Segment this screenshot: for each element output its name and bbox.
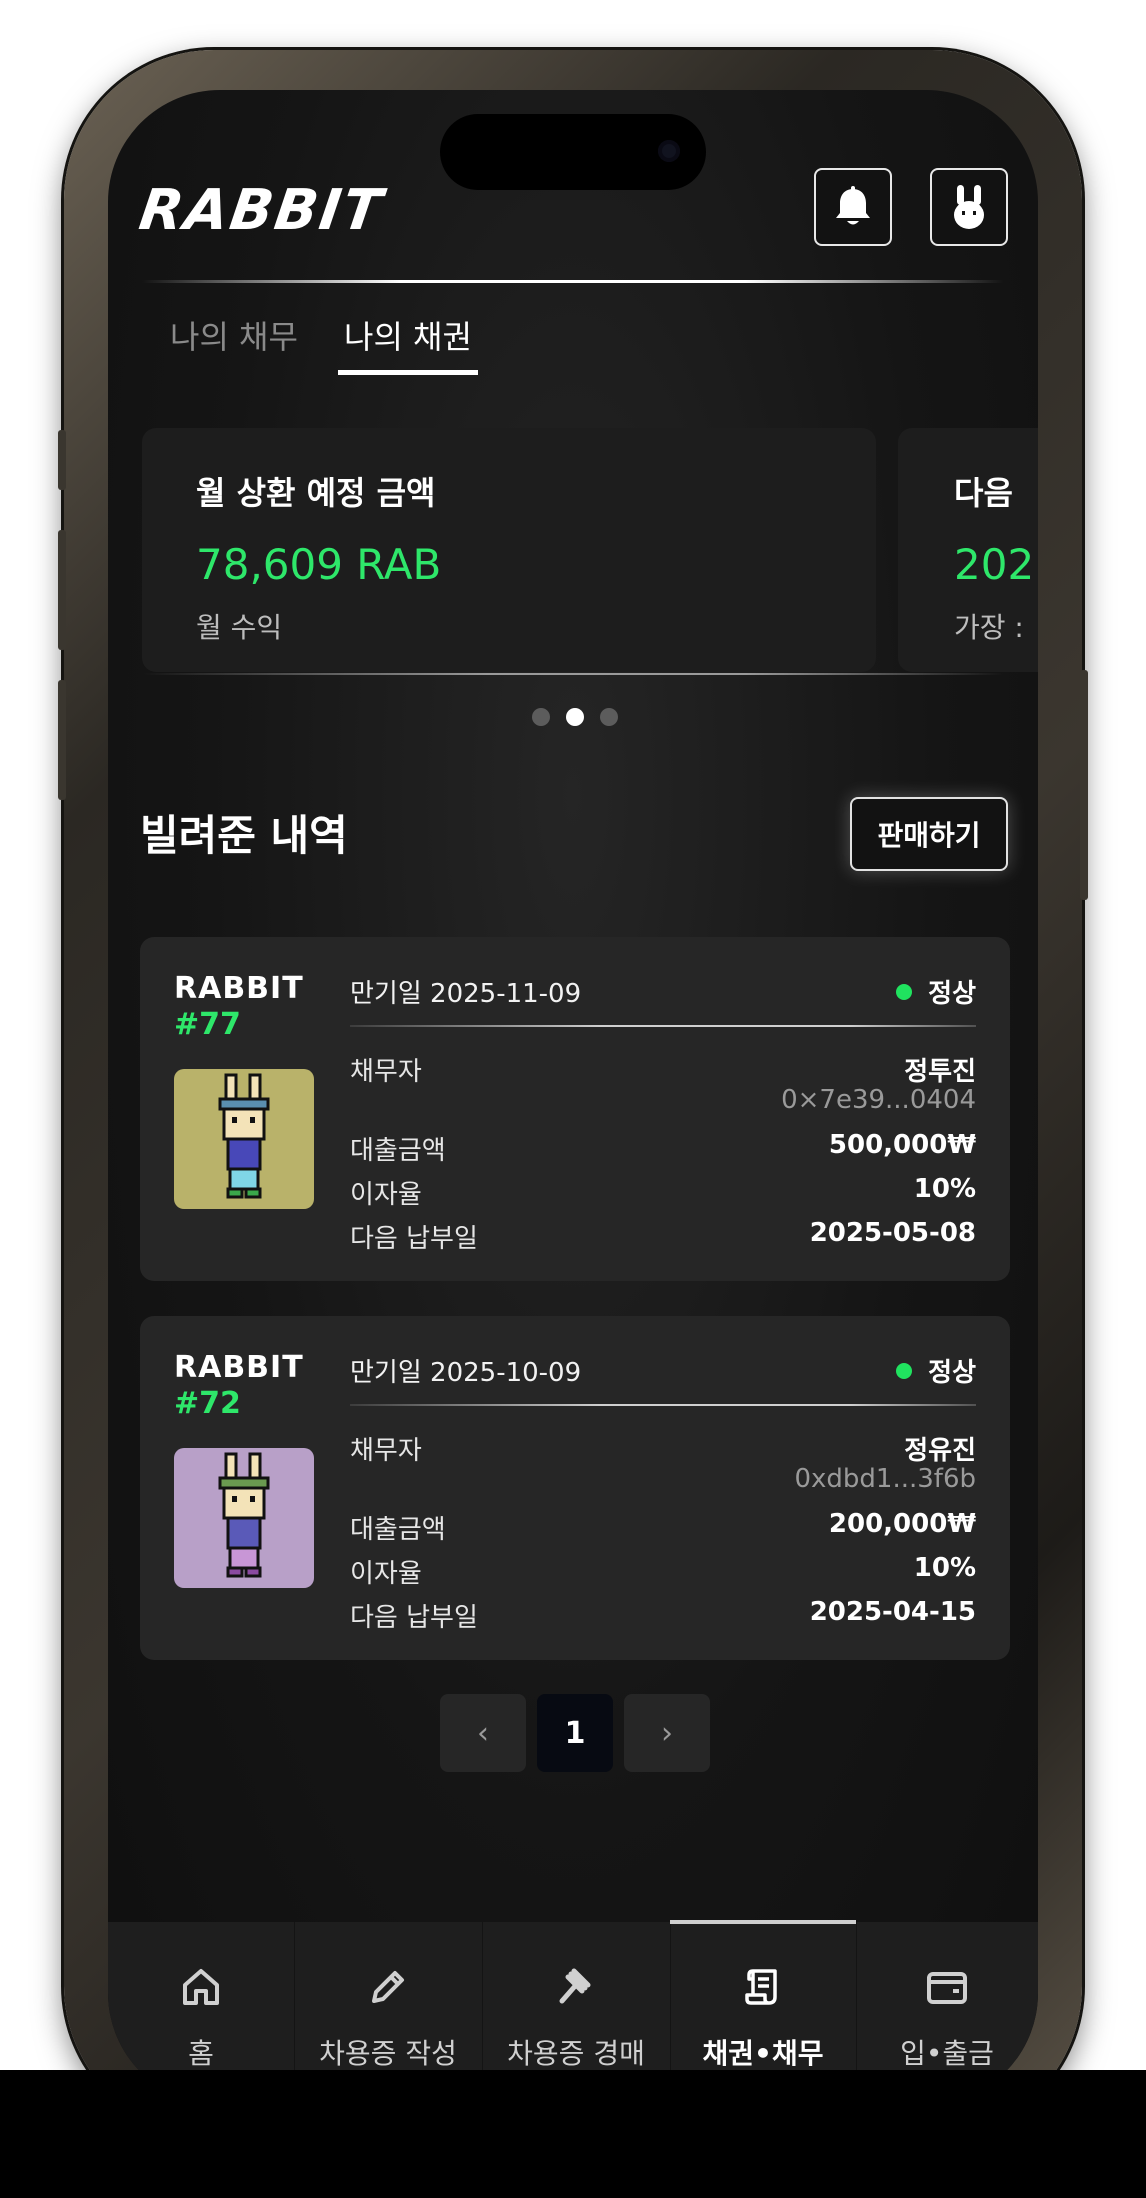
status-label: 정상	[928, 979, 976, 1009]
summary-card-subtitle: 가장 :	[954, 611, 1024, 644]
next-payment-label: 다음 납부일	[350, 1224, 478, 1254]
next-payment-date: 2025-05-08	[809, 1218, 976, 1248]
chevron-right-icon: ›	[661, 1715, 673, 1751]
summary-card-value: 202	[954, 540, 1035, 589]
nft-rabbit-image	[174, 1448, 314, 1588]
bell-icon	[836, 186, 870, 225]
nav-label: 홈	[188, 2037, 214, 2070]
summary-card-title: 월 상환 예정 금액	[196, 474, 436, 512]
side-button-volume-down	[58, 680, 66, 800]
summary-card-value: 78,609 RAB	[196, 540, 442, 589]
tab-my-bond[interactable]: 나의 채권	[344, 312, 472, 358]
active-tab-indicator	[338, 370, 478, 375]
shadow-strip	[0, 2070, 1146, 2198]
card-divider	[350, 1404, 976, 1406]
notification-button[interactable]	[814, 168, 892, 246]
gavel-icon	[554, 1962, 598, 2012]
summary-card-next[interactable]: 다음 202 가장 :	[898, 428, 1038, 672]
pagination-next-button[interactable]: ›	[624, 1694, 710, 1772]
pagination-current-page[interactable]: 1	[537, 1694, 613, 1772]
debtor-address[interactable]: 0xdbd1...3f6b	[794, 1464, 976, 1494]
pagination-prev-button[interactable]: ‹	[440, 1694, 526, 1772]
nft-token-number: #72	[174, 1386, 241, 1421]
next-payment-label: 다음 납부일	[350, 1603, 478, 1633]
status-label: 정상	[928, 1358, 976, 1388]
nft-collection-name: RABBIT	[174, 1350, 304, 1385]
side-button-power	[1080, 670, 1088, 900]
status-badge: 정상	[896, 1352, 976, 1389]
rate-label: 이자율	[350, 1180, 422, 1210]
status-dot-icon	[896, 1362, 913, 1379]
summary-divider	[142, 673, 1004, 675]
rate-value: 10%	[913, 1553, 976, 1583]
amount-label: 대출금액	[350, 1515, 446, 1545]
app-screen: RABBIT 나의 채무 나의 채권 월 상환 예정 금액 78,609 RAB…	[108, 90, 1038, 2105]
summary-card-monthly[interactable]: 월 상환 예정 금액 78,609 RAB 월 수익	[142, 428, 876, 672]
debtor-address[interactable]: 0×7e39...0404	[781, 1085, 976, 1115]
loan-card[interactable]: RABBIT #77 만기일 2025-11-09 정상 채무자 정투진 0×7…	[140, 937, 1010, 1281]
header-divider	[142, 280, 1004, 283]
debtor-name: 정투진	[904, 1057, 976, 1087]
scroll-icon	[741, 1962, 785, 2012]
rate-label: 이자율	[350, 1559, 422, 1589]
debtor-name: 정유진	[904, 1436, 976, 1466]
carousel-dot-3[interactable]	[600, 708, 618, 726]
nav-label: 채권•채무	[702, 2037, 824, 2070]
profile-button[interactable]	[930, 168, 1008, 246]
nav-label: 차용증 작성	[319, 2037, 457, 2070]
due-date: 만기일 2025-11-09	[350, 979, 582, 1009]
loan-card[interactable]: RABBIT #72 만기일 2025-10-09 정상 채무자 정유진 0xd…	[140, 1316, 1010, 1660]
amount-label: 대출금액	[350, 1136, 446, 1166]
due-date: 만기일 2025-10-09	[350, 1358, 582, 1388]
carousel-dot-2[interactable]	[566, 708, 584, 726]
rabbit-avatar-icon	[954, 185, 984, 229]
section-title-lent-history: 빌려준 내역	[140, 811, 348, 860]
card-divider	[350, 1025, 976, 1027]
home-icon	[179, 1962, 223, 2012]
summary-card-subtitle: 월 수익	[196, 611, 283, 644]
nav-label: 입•출금	[900, 2037, 994, 2070]
dynamic-island	[440, 114, 706, 190]
wallet-icon	[925, 1962, 969, 2012]
chevron-left-icon: ‹	[477, 1715, 489, 1751]
app-logo[interactable]: RABBIT	[135, 178, 387, 243]
rate-value: 10%	[913, 1174, 976, 1204]
tab-my-debt[interactable]: 나의 채무	[170, 312, 298, 358]
nav-label: 차용증 경매	[507, 2037, 645, 2070]
carousel-dot-1[interactable]	[532, 708, 550, 726]
nft-collection-name: RABBIT	[174, 971, 304, 1006]
side-button-action	[58, 430, 66, 490]
status-badge: 정상	[896, 973, 976, 1010]
pencil-icon	[366, 1962, 410, 2012]
debtor-label: 채무자	[350, 1057, 422, 1087]
debtor-label: 채무자	[350, 1436, 422, 1466]
summary-card-title: 다음	[954, 474, 1013, 512]
sell-button[interactable]: 판매하기	[850, 797, 1008, 871]
front-camera	[658, 140, 680, 162]
amount-value: 500,000₩	[828, 1130, 976, 1160]
nft-rabbit-image	[174, 1069, 314, 1209]
nft-token-number: #77	[174, 1007, 241, 1042]
next-payment-date: 2025-04-15	[809, 1597, 976, 1627]
side-button-volume-up	[58, 530, 66, 650]
status-dot-icon	[896, 983, 913, 1000]
bottom-nav-active-indicator	[670, 1920, 856, 1924]
amount-value: 200,000₩	[828, 1509, 976, 1539]
